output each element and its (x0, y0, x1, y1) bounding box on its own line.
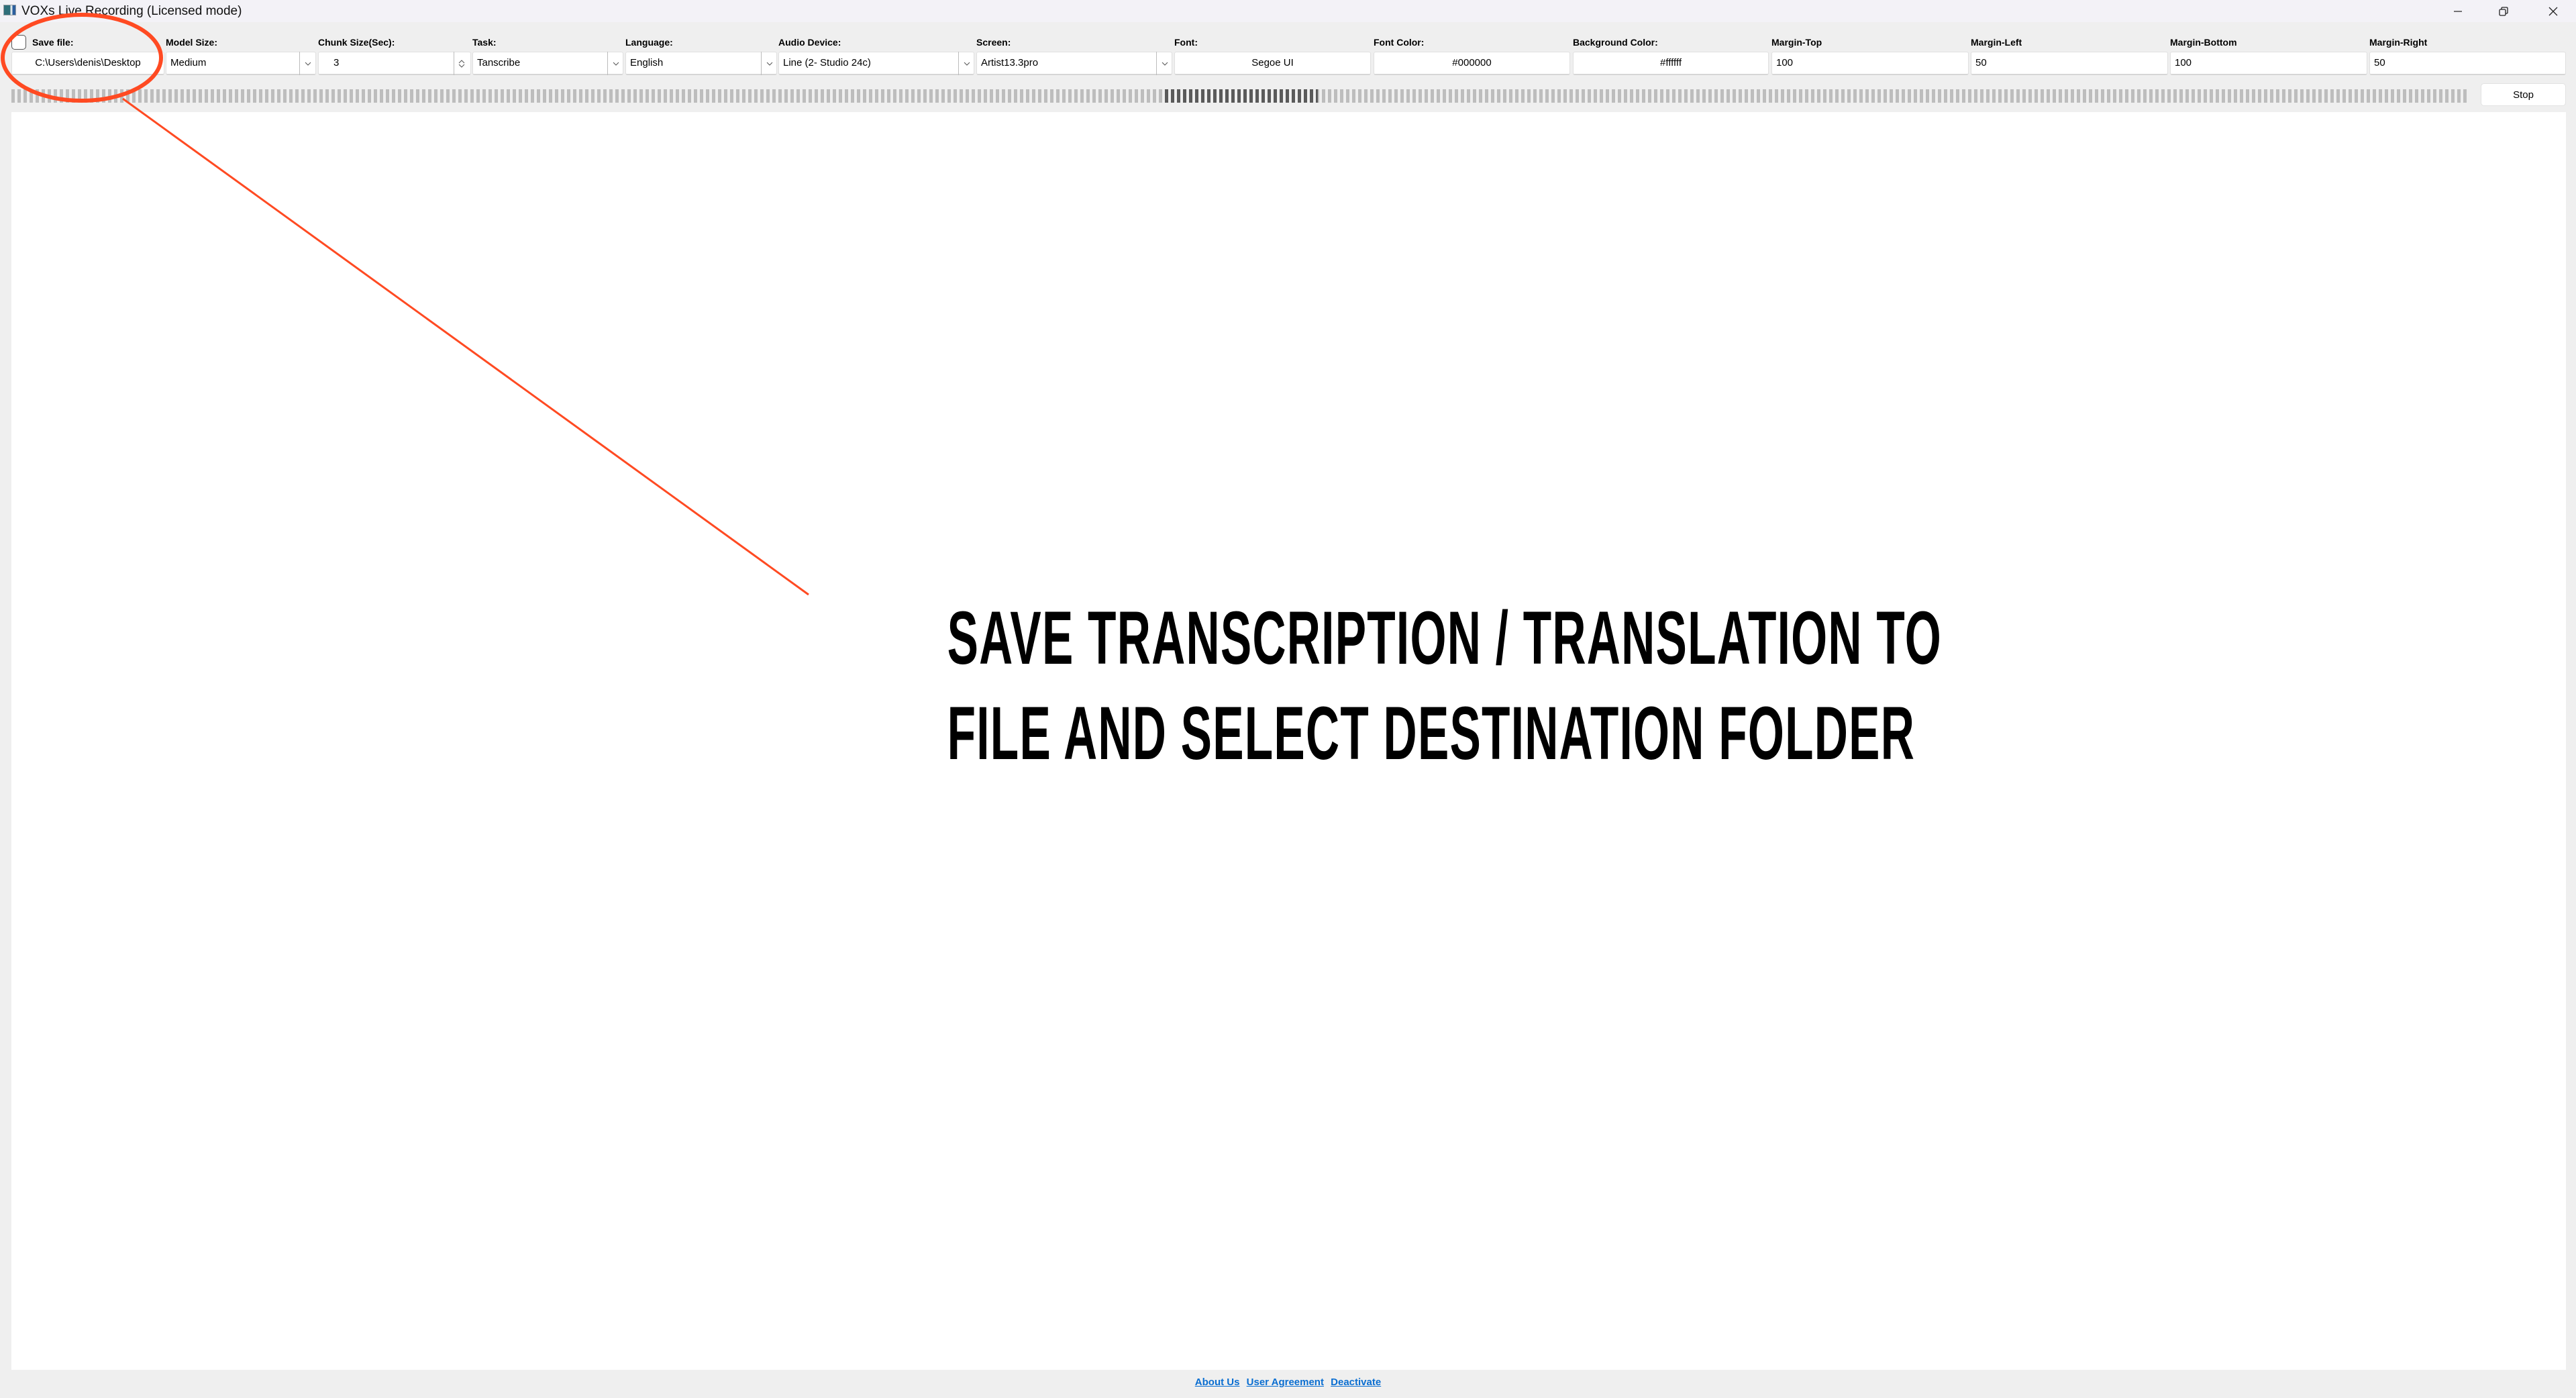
task-select[interactable]: Tanscribe (472, 52, 623, 75)
chunk-size-input[interactable]: 3 (318, 52, 471, 75)
minimize-button[interactable] (2435, 0, 2481, 22)
close-button[interactable] (2530, 0, 2576, 22)
task-label: Task: (472, 37, 497, 48)
stop-button[interactable]: Stop (2481, 83, 2566, 106)
language-select[interactable]: English (625, 52, 777, 75)
chevron-down-icon (305, 62, 311, 66)
title-bar: VOXs Live Recording (Licensed mode) (0, 0, 2576, 22)
close-icon (2548, 7, 2558, 15)
minimize-icon (2454, 10, 2462, 12)
restore-button[interactable] (2481, 0, 2526, 22)
annotation-line-2: FILE AND SELECT DESTINATION FOLDER (947, 691, 1916, 775)
footer: About Us User Agreement Deactivate (0, 1377, 2576, 1388)
margin-top-label: Margin-Top (1771, 37, 1822, 48)
progress-marquee-indicator (1165, 89, 1318, 103)
screen-dropdown-button[interactable] (1156, 52, 1172, 75)
margin-left-input[interactable]: 50 (1971, 52, 2168, 75)
chevron-down-icon (766, 62, 772, 66)
model-size-dropdown-button[interactable] (299, 52, 315, 75)
chevron-down-icon (613, 62, 619, 66)
about-us-link[interactable]: About Us (1195, 1377, 1240, 1388)
annotation-caption: SAVE TRANSCRIPTION / TRANSLATION TO FILE… (947, 591, 1942, 781)
save-file-checkbox[interactable] (11, 35, 26, 50)
annotation-line-1: SAVE TRANSCRIPTION / TRANSLATION TO (947, 596, 1942, 680)
audio-device-dropdown-button[interactable] (958, 52, 974, 75)
model-size-select[interactable]: Medium (166, 52, 316, 75)
restore-icon (2499, 6, 2508, 16)
screen-label: Screen: (976, 37, 1011, 48)
window-title: VOXs Live Recording (Licensed mode) (21, 4, 242, 18)
screen-select[interactable]: Artist13.3pro (976, 52, 1172, 75)
audio-device-select[interactable]: Line (2- Studio 24c) (778, 52, 974, 75)
language-dropdown-button[interactable] (761, 52, 777, 75)
audio-device-label: Audio Device: (778, 37, 841, 48)
font-color-input[interactable]: #000000 (1374, 52, 1570, 75)
chevron-down-icon[interactable] (458, 64, 465, 68)
background-color-input[interactable]: #ffffff (1573, 52, 1769, 75)
chevron-up-icon[interactable] (458, 59, 465, 64)
user-agreement-link[interactable]: User Agreement (1247, 1377, 1324, 1388)
font-input[interactable]: Segoe UI (1174, 52, 1371, 75)
app-icon (3, 5, 16, 15)
font-label: Font: (1174, 37, 1198, 48)
task-dropdown-button[interactable] (607, 52, 623, 75)
margin-bottom-input[interactable]: 100 (2170, 52, 2367, 75)
margin-right-label: Margin-Right (2369, 37, 2428, 48)
language-label: Language: (625, 37, 673, 48)
margin-left-label: Margin-Left (1971, 37, 2022, 48)
save-file-path-input[interactable]: C:\Users\denis\Desktop (11, 52, 164, 75)
chevron-down-icon (1162, 62, 1168, 66)
chunk-size-stepper[interactable] (454, 52, 468, 75)
margin-right-input[interactable]: 50 (2369, 52, 2566, 75)
model-size-label: Model Size: (166, 37, 218, 48)
margin-top-input[interactable]: 100 (1771, 52, 1969, 75)
background-color-label: Background Color: (1573, 37, 1658, 48)
chunk-size-label: Chunk Size(Sec): (318, 37, 395, 48)
margin-bottom-label: Margin-Bottom (2170, 37, 2237, 48)
chevron-down-icon (964, 62, 970, 66)
deactivate-link[interactable]: Deactivate (1331, 1377, 1381, 1388)
save-file-label: Save file: (32, 37, 74, 48)
font-color-label: Font Color: (1374, 37, 1425, 48)
